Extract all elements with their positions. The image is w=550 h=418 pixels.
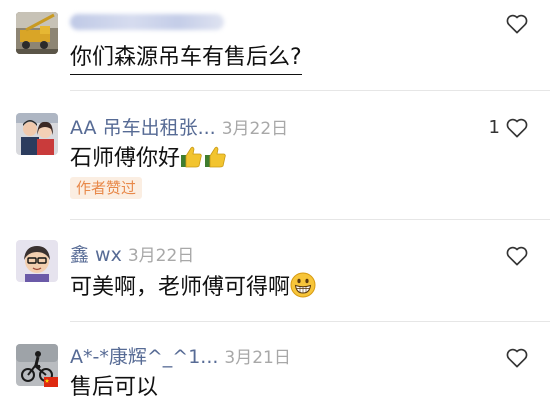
author-liked-badge: 作者赞过: [70, 177, 143, 199]
avatar[interactable]: [16, 240, 58, 282]
comment-item: 鑫 wx 3月22日 可美啊，老师傅可得啊: [0, 220, 550, 322]
comment-text: 售后可以: [70, 374, 158, 402]
china-flag-icon: [44, 377, 58, 387]
comment-author-name[interactable]: 鑫 wx: [70, 244, 122, 266]
comment-author-name[interactable]: AA 吊车出租张...: [70, 117, 216, 139]
heart-outline-icon: [506, 246, 528, 266]
comment-text: 可美啊，老师傅可得啊: [70, 272, 316, 306]
heart-outline-icon: [506, 348, 528, 368]
comment-date: 3月22日: [127, 246, 195, 266]
comment-date: 3月21日: [224, 348, 291, 368]
comment-date: 3月22日: [221, 119, 289, 139]
comment-author-row: AA 吊车出租张... 3月22日: [70, 117, 288, 140]
like-button[interactable]: [506, 348, 528, 368]
avatar[interactable]: [16, 344, 58, 387]
like-button[interactable]: [506, 246, 528, 266]
thumbs-up-emoji: [180, 145, 228, 177]
couple-avatar-image: [16, 113, 58, 155]
avatar[interactable]: [16, 113, 58, 155]
comment-text: 你们森源吊车有售后么?: [70, 44, 302, 75]
comment-item: 你们森源吊车有售后么?: [0, 0, 550, 91]
heart-outline-icon: [506, 14, 528, 34]
grinning-face-emoji-image: [290, 272, 316, 298]
comment-text: 石师傅你好: [70, 145, 228, 177]
comment-text-content: 可美啊，老师傅可得啊: [70, 275, 291, 300]
crane-truck-avatar-image: [16, 12, 58, 54]
comment-author-name[interactable]: A*-*康辉^_^1...: [70, 346, 218, 368]
heart-outline-icon: [506, 118, 528, 137]
comment-item: AA 吊车出租张... 3月22日 石师傅你好 作者赞过 1: [0, 91, 550, 220]
comment-text-content: 石师傅你好: [70, 146, 181, 171]
like-count: 1: [488, 117, 500, 138]
comment-item: A*-*康辉^_^1... 3月21日 售后可以: [0, 322, 550, 418]
grinning-face-emoji: [290, 272, 316, 306]
comment-author-row: 鑫 wx 3月22日: [70, 244, 194, 267]
thumbs-up-emoji-pair: [181, 146, 226, 168]
like-button[interactable]: [506, 14, 528, 34]
cartoon-avatar-image: [16, 240, 58, 282]
comment-text-content: 售后可以: [70, 375, 159, 400]
like-button[interactable]: 1: [489, 117, 528, 138]
comment-author-row: A*-*康辉^_^1... 3月21日: [70, 346, 291, 369]
comment-author-name-blurred[interactable]: [70, 14, 224, 30]
avatar[interactable]: [16, 12, 58, 54]
comment-text-content: 你们森源吊车有售后么?: [70, 45, 302, 75]
